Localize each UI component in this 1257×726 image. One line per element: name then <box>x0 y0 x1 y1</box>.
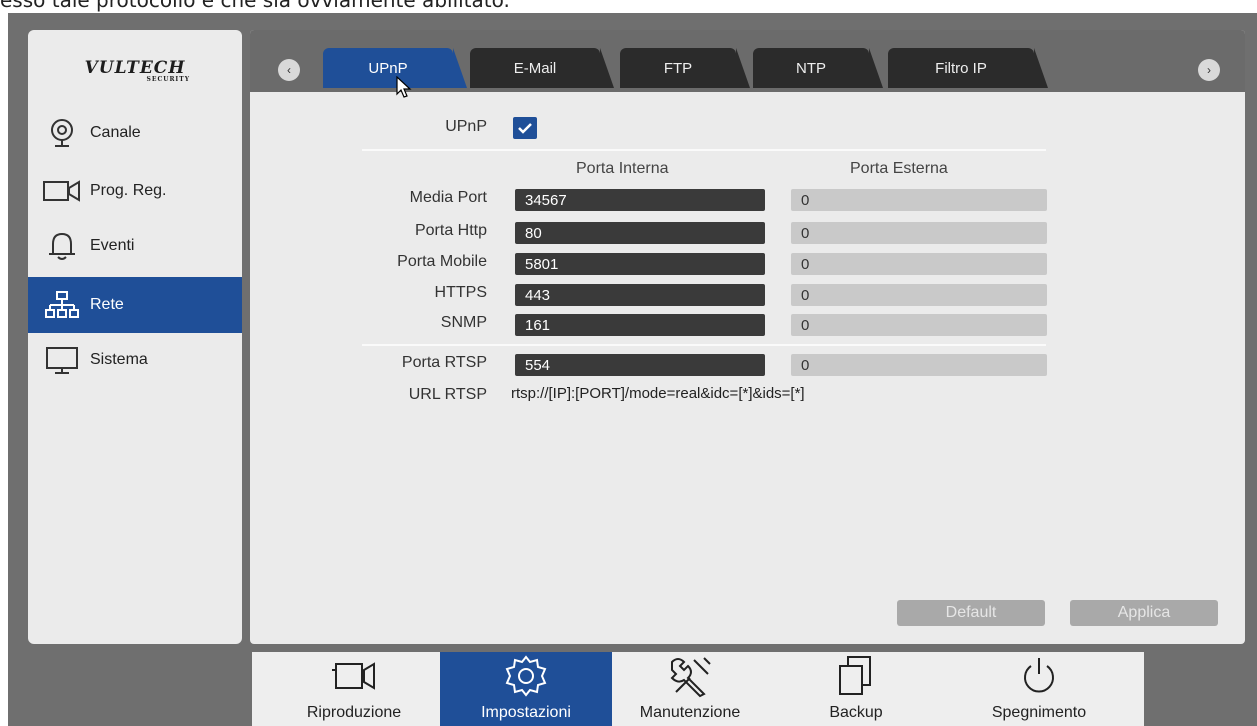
row-label-media-port: Media Port <box>409 189 487 206</box>
sidebar-item-label: Canale <box>90 124 141 141</box>
bottom-item-riproduzione[interactable]: Riproduzione <box>280 652 428 726</box>
tools-icon <box>666 654 714 698</box>
mobile-internal-field[interactable]: 5801 <box>515 253 765 275</box>
bottom-item-manutenzione[interactable]: Manutenzione <box>620 652 760 726</box>
bottom-item-label: Backup <box>829 704 883 721</box>
tab-ftp[interactable]: FTP <box>620 48 750 88</box>
default-button[interactable]: Default <box>897 600 1045 626</box>
sidebar-item-label: Rete <box>90 296 124 313</box>
divider <box>362 344 1046 346</box>
bottom-item-label: Manutenzione <box>639 704 741 721</box>
sidebar-item-canale[interactable]: Canale <box>28 105 242 161</box>
mobile-external-field[interactable]: 0 <box>791 253 1047 275</box>
tab-label: NTP <box>796 59 826 77</box>
page-caption: esso tale protocollo e che sia ovviament… <box>0 0 510 12</box>
network-icon <box>42 289 82 321</box>
row-label-porta-rtsp: Porta RTSP <box>401 354 487 371</box>
row-label-snmp: SNMP <box>440 314 487 331</box>
tab-filtro-ip[interactable]: Filtro IP <box>888 48 1048 88</box>
media-port-internal-field[interactable]: 34567 <box>515 189 765 211</box>
https-external-field[interactable]: 0 <box>791 284 1047 306</box>
apply-button[interactable]: Applica <box>1070 600 1218 626</box>
sidebar: VULTECH SECURITY Canale Prog. Reg. Event… <box>28 30 242 644</box>
bell-icon <box>42 230 82 262</box>
rtsp-external-field[interactable]: 0 <box>791 354 1047 376</box>
rtsp-internal-field[interactable]: 554 <box>515 354 765 376</box>
snmp-external-field[interactable]: 0 <box>791 314 1047 336</box>
sidebar-item-prog-reg[interactable]: Prog. Reg. <box>28 163 242 219</box>
http-external-field[interactable]: 0 <box>791 222 1047 244</box>
bottom-item-backup[interactable]: Backup <box>800 652 912 726</box>
playback-camera-icon <box>322 654 386 698</box>
row-label-https: HTTPS <box>434 284 487 301</box>
chevron-left-icon: ‹ <box>287 63 291 77</box>
bottom-menu-bar: Riproduzione Impostazioni Manutenzione B… <box>252 652 1144 726</box>
bottom-item-spegnimento[interactable]: Spegnimento <box>964 652 1114 726</box>
bottom-item-label: Spegnimento <box>991 704 1087 721</box>
monitor-icon <box>42 344 82 376</box>
sidebar-item-label: Eventi <box>90 237 135 254</box>
divider <box>362 149 1046 151</box>
sidebar-item-eventi[interactable]: Eventi <box>28 218 242 274</box>
sidebar-item-sistema[interactable]: Sistema <box>28 332 242 388</box>
url-rtsp-label: URL RTSP <box>408 386 487 403</box>
logo-name: VULTECH <box>84 58 186 78</box>
upnp-label: UPnP <box>445 118 487 135</box>
url-rtsp-value: rtsp://[IP]:[PORT]/mode=real&idc=[*]&ids… <box>511 385 805 402</box>
vultech-logo: VULTECH SECURITY <box>28 58 242 83</box>
tabs-next-button[interactable]: › <box>1198 59 1220 81</box>
tab-label: UPnP <box>368 59 408 77</box>
media-port-external-field[interactable]: 0 <box>791 189 1047 211</box>
bottom-item-impostazioni[interactable]: Impostazioni <box>440 652 612 726</box>
upnp-checkbox[interactable] <box>513 117 537 139</box>
camera-lens-icon <box>42 117 82 149</box>
http-internal-field[interactable]: 80 <box>515 222 765 244</box>
bottom-item-label: Impostazioni <box>481 704 571 721</box>
tab-email[interactable]: E-Mail <box>470 48 614 88</box>
col-porta-esterna: Porta Esterna <box>850 160 948 177</box>
video-camera-icon <box>42 175 82 207</box>
https-internal-field[interactable]: 443 <box>515 284 765 306</box>
chevron-right-icon: › <box>1207 63 1211 77</box>
check-icon <box>518 123 532 134</box>
tab-label: Filtro IP <box>935 59 987 77</box>
settings-gear-icon <box>502 654 550 698</box>
sidebar-item-label: Prog. Reg. <box>90 182 167 199</box>
copy-pages-icon <box>834 654 878 698</box>
tabs-prev-button[interactable]: ‹ <box>278 59 300 81</box>
sidebar-item-label: Sistema <box>90 351 148 368</box>
tab-label: E-Mail <box>513 59 557 77</box>
sidebar-item-rete[interactable]: Rete <box>28 277 242 333</box>
mouse-cursor-icon <box>396 76 412 98</box>
tab-ntp[interactable]: NTP <box>753 48 883 88</box>
snmp-internal-field[interactable]: 161 <box>515 314 765 336</box>
col-porta-interna: Porta Interna <box>576 160 669 177</box>
bottom-item-label: Riproduzione <box>306 704 402 721</box>
tab-upnp[interactable]: UPnP <box>323 48 467 88</box>
row-label-porta-mobile: Porta Mobile <box>397 253 487 270</box>
tab-label: FTP <box>663 59 693 77</box>
power-icon <box>1017 654 1061 698</box>
row-label-porta-http: Porta Http <box>414 222 487 239</box>
